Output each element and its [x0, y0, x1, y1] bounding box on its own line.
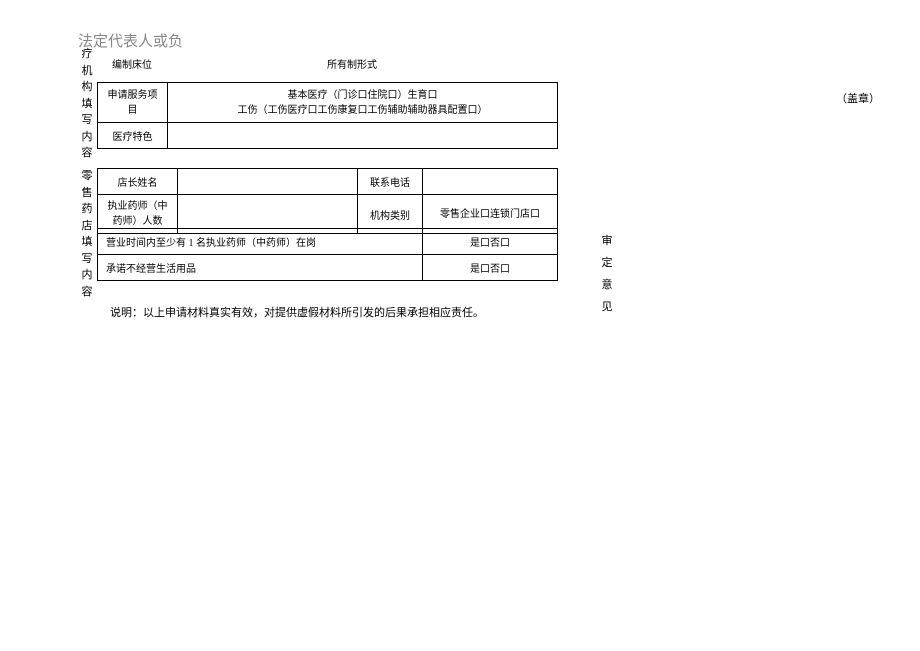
table-medical: 申请服务项目 基本医疗（门诊口住院口）生育口 工伤（工伤医疗口工伤康复口工伤辅助…: [97, 82, 558, 149]
explanation-text: 说明：以上申请材料真实有效，对提供虚假材料所引发的后果承担相应责任。: [110, 304, 484, 320]
cell-hours-pharmacist-label: 营业时间内至少有 1 名执业药师（中药师）在岗: [98, 229, 423, 255]
cell-medical-feature-label: 医疗特色: [98, 123, 168, 149]
cell-hours-pharmacist-value: 是口否口: [423, 229, 558, 255]
cell-ownership-label: 所有制形式: [282, 50, 422, 76]
stamp-label: （盖章）: [836, 92, 880, 106]
cell-ownership-value: [422, 50, 557, 76]
cell-manager-name-value: [178, 169, 358, 195]
cell-phone-label: 联系电话: [358, 169, 423, 195]
cell-no-daily-goods-value: 是口否口: [423, 255, 558, 281]
cell-no-daily-goods-label: 承诺不经营生活用品: [98, 255, 423, 281]
cell-bed-label: 编制床位: [97, 50, 167, 76]
vlabel-medical-institution: 疗机构填写内容: [80, 46, 94, 162]
table-top-row: 编制床位 所有制形式: [97, 50, 557, 76]
cell-service-item-label: 申请服务项目: [98, 83, 168, 123]
vlabel-review-opinion: 审定意见: [600, 230, 614, 318]
service-line2: 工伤（工伤医疗口工伤康复口工伤辅助辅助器具配置口）: [238, 105, 488, 116]
vlabel-retail-pharmacy: 零售药店填写内容: [80, 168, 94, 300]
cell-bed-value: [167, 50, 282, 76]
service-line1: 基本医疗（门诊口住院口）生育口: [288, 90, 438, 101]
table-pharmacy-extra: 营业时间内至少有 1 名执业药师（中药师）在岗 是口否口 承诺不经营生活用品 是…: [97, 228, 558, 281]
table-pharmacy: 店长姓名 联系电话 执业药师（中药师）人数 机构类别 零售企业口连锁门店口: [97, 168, 558, 234]
cell-phone-value: [423, 169, 558, 195]
cell-manager-name-label: 店长姓名: [98, 169, 178, 195]
cell-service-item-value: 基本医疗（门诊口住院口）生育口 工伤（工伤医疗口工伤康复口工伤辅助辅助器具配置口…: [168, 83, 558, 123]
cell-medical-feature-value: [168, 123, 558, 149]
